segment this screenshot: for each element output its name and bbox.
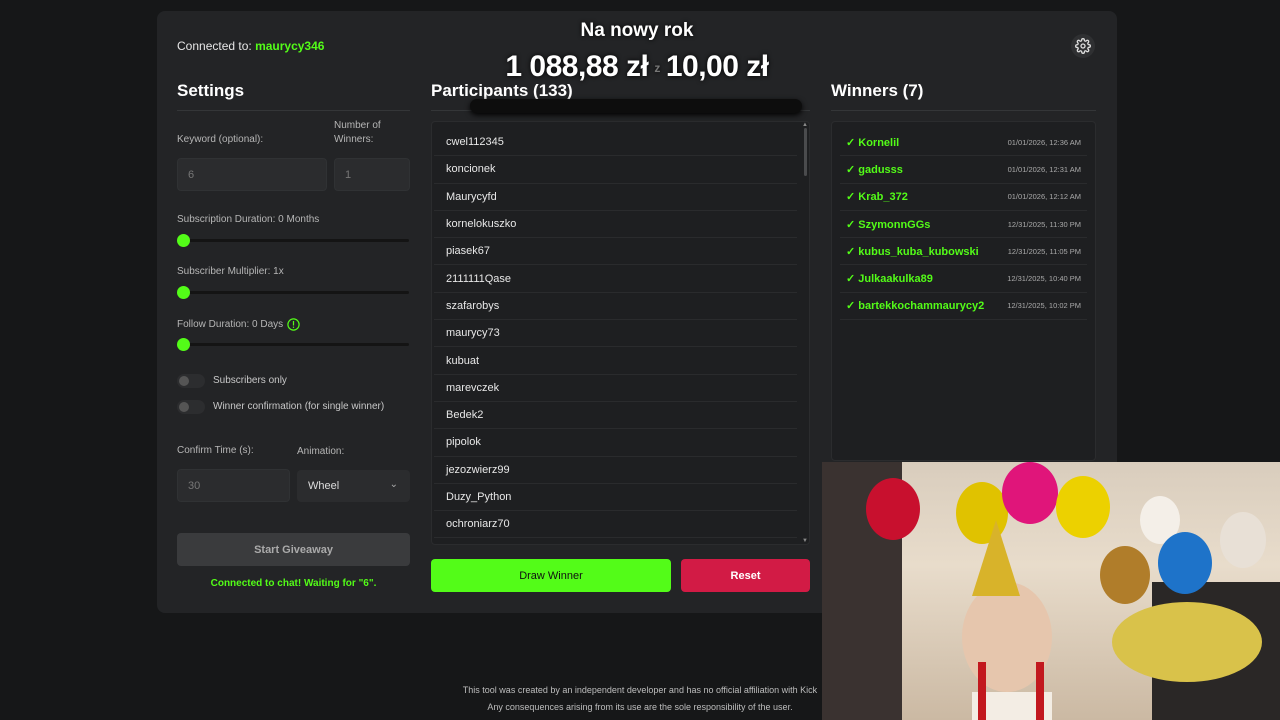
participant-row: maurycy73 bbox=[434, 320, 797, 348]
winner-row: ✓ Krab_372 01/01/2026, 12:12 AM bbox=[840, 184, 1087, 211]
donation-current-amount: 1 088,88 zł bbox=[505, 50, 649, 83]
subscriber-multiplier-slider[interactable] bbox=[182, 291, 409, 294]
balloon-pink bbox=[1002, 462, 1058, 524]
balloon-confetti bbox=[1220, 512, 1266, 568]
sequin-hat bbox=[1112, 602, 1262, 682]
donation-goal-title: Na nowy rok bbox=[580, 20, 694, 41]
party-hat bbox=[972, 520, 1020, 596]
donation-separator: z bbox=[654, 61, 660, 76]
toggle-knob bbox=[179, 376, 189, 386]
participant-row: koncionek bbox=[434, 156, 797, 184]
participant-row: Duzy_Python bbox=[434, 484, 797, 512]
info-icon[interactable] bbox=[287, 318, 300, 331]
winner-name: ✓ gadusss bbox=[846, 163, 903, 176]
winner-date: 12/31/2025, 11:30 PM bbox=[1007, 219, 1081, 229]
participant-row: 2111111Qase bbox=[434, 265, 797, 293]
participant-row: marevczek bbox=[434, 375, 797, 402]
winner-row: ✓ gadusss 01/01/2026, 12:31 AM bbox=[840, 156, 1087, 184]
confirm-time-label: Confirm Time (s): bbox=[177, 445, 254, 456]
draw-winner-button[interactable]: Draw Winner bbox=[431, 559, 671, 592]
subscriber-multiplier-label: Subscriber Multiplier: 1x bbox=[177, 266, 284, 277]
participant-row: Maurycyfd bbox=[434, 184, 797, 211]
participants-title: Participants (133) bbox=[431, 81, 573, 100]
toggle-knob bbox=[179, 402, 189, 412]
participant-row: Bedek2 bbox=[434, 402, 797, 430]
subscriber-multiplier-handle[interactable] bbox=[177, 286, 190, 299]
follow-duration-handle[interactable] bbox=[177, 338, 190, 351]
keyword-input[interactable]: 6 bbox=[177, 158, 327, 191]
participants-scrollbar[interactable] bbox=[804, 128, 807, 176]
donation-goal-amounts: 1 088,88 zł z 10,00 zł bbox=[0, 50, 1274, 84]
winners-count-label: Number of Winners: bbox=[334, 120, 381, 145]
winner-date: 01/01/2026, 12:12 AM bbox=[1007, 192, 1081, 202]
winner-date: 12/31/2025, 10:40 PM bbox=[1007, 274, 1081, 284]
balloon-yellow-2 bbox=[1056, 476, 1110, 538]
participant-row: kubuat bbox=[434, 347, 797, 375]
subscribers-only-toggle[interactable] bbox=[177, 374, 205, 388]
winner-name: ✓ kubus_kuba_kubowski bbox=[846, 245, 979, 258]
donation-goal-amount: 10,00 zł bbox=[665, 50, 769, 83]
winner-date: 12/31/2025, 10:02 PM bbox=[1007, 301, 1081, 311]
reset-button[interactable]: Reset bbox=[681, 559, 810, 592]
animation-label: Animation: bbox=[297, 446, 345, 457]
winner-row: ✓ Kornelil 01/01/2026, 12:36 AM bbox=[840, 129, 1087, 157]
participant-row: szafarobys bbox=[434, 293, 797, 321]
suspender-right bbox=[1036, 662, 1044, 720]
chat-status-text: Connected to chat! Waiting for "6". bbox=[210, 578, 377, 589]
suspender-left bbox=[978, 662, 986, 720]
start-giveaway-button[interactable]: Start Giveaway bbox=[177, 533, 410, 566]
winner-confirmation-label: Winner confirmation (for single winner) bbox=[213, 401, 385, 412]
chevron-down-icon: ⌄ bbox=[389, 479, 398, 490]
follow-duration-label: Follow Duration: 0 Days bbox=[177, 319, 284, 330]
winner-name: ✓ bartekkochammaurycy2 bbox=[846, 300, 985, 313]
winner-row: ✓ SzymonnGGs 12/31/2025, 11:30 PM bbox=[840, 211, 1087, 239]
participant-row: ochroniarz70 bbox=[434, 511, 797, 539]
winners-title: Winners (7) bbox=[831, 81, 924, 100]
winner-name: ✓ Krab_372 bbox=[846, 191, 908, 204]
webcam-overlay bbox=[822, 462, 1280, 720]
winners-count-input[interactable]: 1 bbox=[334, 158, 410, 191]
subscription-duration-handle[interactable] bbox=[177, 234, 190, 247]
balloon-red bbox=[866, 478, 920, 540]
winner-row: ✓ kubus_kuba_kubowski 12/31/2025, 11:05 P… bbox=[840, 238, 1087, 266]
participant-row: piasek67 bbox=[434, 238, 797, 266]
balloon-blue bbox=[1158, 532, 1212, 594]
settings-divider bbox=[177, 110, 410, 111]
participant-row: pipolok bbox=[434, 429, 797, 457]
animation-select[interactable]: Wheel ⌄ bbox=[297, 470, 410, 502]
subscription-duration-label: Subscription Duration: 0 Months bbox=[177, 214, 320, 225]
winners-list: ✓ Kornelil 01/01/2026, 12:36 AM ✓ gadusss… bbox=[831, 121, 1096, 461]
participant-row: cwel112345 bbox=[434, 129, 797, 157]
scroll-down-icon[interactable]: ▼ bbox=[802, 538, 808, 544]
winner-name: ✓ Kornelil bbox=[846, 136, 900, 149]
winner-name: ✓ Julkaakulka89 bbox=[846, 273, 933, 286]
animation-value: Wheel bbox=[308, 480, 340, 492]
winner-name: ✓ SzymonnGGs bbox=[846, 218, 931, 231]
follow-duration-slider[interactable] bbox=[182, 343, 409, 346]
winner-date: 12/31/2025, 11:05 PM bbox=[1007, 246, 1081, 256]
winner-row: ✓ Julkaakulka89 12/31/2025, 10:40 PM bbox=[840, 265, 1087, 293]
confirm-time-input[interactable]: 30 bbox=[177, 469, 290, 502]
participant-row: kornelokuszko bbox=[434, 211, 797, 239]
keyword-label: Keyword (optional): bbox=[177, 134, 264, 145]
participant-row: jezozwierz99 bbox=[434, 457, 797, 484]
winners-divider bbox=[831, 110, 1096, 111]
winner-date: 01/01/2026, 12:31 AM bbox=[1007, 164, 1081, 174]
donation-progress-bar bbox=[470, 99, 802, 113]
subscribers-only-label: Subscribers only bbox=[213, 375, 287, 386]
winner-row: ✓ bartekkochammaurycy2 12/31/2025, 10:02 … bbox=[840, 293, 1087, 321]
balloon-gold bbox=[1100, 546, 1150, 604]
participants-list[interactable]: cwel112345 koncionek Maurycyfd korneloku… bbox=[431, 121, 810, 545]
winner-confirmation-toggle[interactable] bbox=[177, 400, 205, 414]
winner-date: 01/01/2026, 12:36 AM bbox=[1007, 137, 1081, 147]
settings-title: Settings bbox=[177, 81, 245, 100]
subscription-duration-slider[interactable] bbox=[182, 239, 409, 242]
